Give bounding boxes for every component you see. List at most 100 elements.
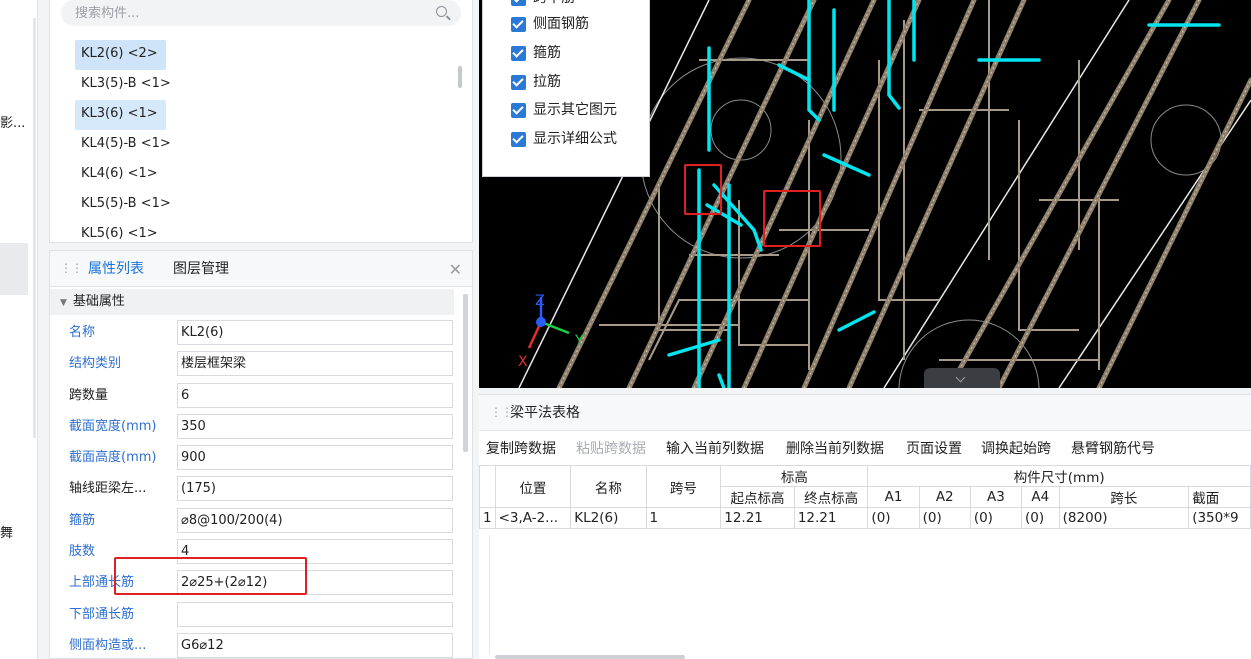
column-header[interactable]: 位置 — [494, 465, 572, 508]
property-row-section-height: 截面高度(mm) 900 — [50, 442, 454, 473]
property-label: 结构类别 — [69, 356, 122, 372]
layer-label: 拉筋 — [533, 74, 561, 90]
column-header[interactable]: 截面 — [1188, 486, 1251, 508]
left-strip-scrollbar[interactable] — [33, 18, 36, 438]
tab-property-list[interactable]: 属性列表 — [88, 251, 144, 287]
layer-label: 跨中筋 — [533, 0, 575, 9]
property-rows: 名称 KL2(6) 结构类别 楼层框架梁 跨数量 6 截面宽度(mm) 350 … — [50, 317, 454, 659]
left-strip-truncated-label: 影... — [0, 116, 26, 131]
column-header[interactable]: 跨号 — [645, 465, 722, 508]
column-header[interactable]: A2 — [918, 486, 971, 508]
table-toolbar: 复制跨数据 粘贴跨数据 输入当前列数据 删除当前列数据 页面设置 调换起始跨 悬… — [479, 435, 1251, 463]
column-header[interactable]: 起点标高 — [720, 486, 795, 508]
search-input[interactable] — [75, 2, 415, 24]
property-value-field[interactable]: 900 — [177, 445, 453, 471]
table-row: 1 <3,A-2... KL2(6) 1 12.21 12.21 (0) (0)… — [479, 507, 1251, 529]
stirrups — [599, 0, 1119, 370]
swap-start-span-button[interactable]: 调换起始跨 — [981, 435, 1051, 463]
property-value-field[interactable]: (175) — [177, 476, 453, 502]
property-value-field[interactable]: 楼层框架梁 — [177, 351, 453, 377]
list-item[interactable]: KL3(5)-B <1> — [75, 70, 179, 100]
cantilever-rebar-code-button[interactable]: 悬臂钢筋代号 — [1071, 435, 1155, 463]
column-header[interactable]: A3 — [969, 486, 1023, 508]
table-panel-header: ⋮⋮ 梁平法表格 — [479, 395, 1251, 431]
table-cell[interactable]: 1 — [645, 507, 722, 529]
close-icon[interactable]: ✕ — [449, 260, 462, 279]
drag-handle-icon[interactable]: ⋮⋮ — [490, 405, 513, 419]
table-divider — [489, 535, 490, 655]
property-value-field[interactable]: G6⌀12 — [177, 632, 453, 658]
property-row-bottom-continuous-rebar: 下部通长筋 — [50, 599, 454, 630]
left-strip-truncated-label-2: 舞 — [0, 526, 14, 541]
table-cell[interactable]: (0) — [969, 507, 1023, 529]
table-horizontal-scrollbar[interactable] — [495, 655, 685, 659]
component-list-scrollbar[interactable] — [458, 66, 462, 88]
checkbox-checked-icon[interactable] — [511, 75, 526, 90]
property-label: 箍筋 — [69, 512, 96, 528]
layer-label: 显示详细公式 — [533, 131, 617, 147]
property-value-field[interactable]: 350 — [177, 413, 453, 439]
property-value-field[interactable]: ⌀8@100/200(4) — [177, 507, 453, 533]
property-label: 截面宽度(mm) — [69, 418, 157, 434]
property-row-name: 名称 KL2(6) — [50, 317, 454, 348]
drag-handle-icon[interactable]: ⋮⋮ — [60, 261, 83, 275]
row-index: 1 — [479, 507, 496, 529]
property-value-field[interactable] — [177, 601, 453, 627]
page-setup-button[interactable]: 页面设置 — [906, 435, 962, 463]
annotation-box — [114, 557, 307, 595]
table-cell[interactable]: KL2(6) — [570, 507, 647, 529]
list-item[interactable]: KL4(5)-B <1> — [75, 130, 179, 160]
list-item[interactable]: KL2(6) <2> — [75, 40, 166, 70]
left-strip-selected-item[interactable] — [0, 243, 28, 295]
list-item[interactable]: KL4(6) <1> — [75, 160, 166, 190]
property-value-field[interactable]: 6 — [177, 382, 453, 408]
delete-column-data-button[interactable]: 删除当前列数据 — [786, 435, 884, 463]
property-value-field[interactable]: KL2(6) — [177, 320, 453, 345]
property-label: 截面高度(mm) — [69, 450, 157, 466]
row-index-header — [479, 465, 496, 508]
search-icon[interactable] — [436, 6, 447, 17]
group-title: 基础属性 — [72, 294, 125, 309]
annotation-box — [684, 164, 722, 215]
table-cell[interactable]: 12.21 — [793, 507, 869, 529]
list-item[interactable]: KL5(5)-B <1> — [75, 190, 179, 220]
checkbox-checked-icon[interactable] — [511, 17, 526, 32]
property-row-side-rebar: 侧面构造或... G6⌀12 — [50, 630, 454, 659]
property-panel-scrollbar[interactable] — [463, 294, 468, 452]
list-item[interactable]: KL3(6) <1> — [75, 100, 166, 130]
beam-table-panel: ⋮⋮ 梁平法表格 复制跨数据 粘贴跨数据 输入当前列数据 删除当前列数据 页面设… — [479, 394, 1251, 659]
checkbox-checked-icon[interactable] — [511, 46, 526, 61]
table-cell[interactable]: (0) — [918, 507, 971, 529]
property-row-span-count: 跨数量 6 — [50, 380, 454, 411]
table-cell[interactable]: (0) — [1021, 507, 1060, 529]
copy-span-data-button[interactable]: 复制跨数据 — [486, 435, 556, 463]
column-header[interactable]: 跨长 — [1058, 486, 1190, 508]
column-group-header: 构件尺寸(mm) — [867, 465, 1251, 487]
table-cell[interactable]: <3,A-2... — [494, 507, 572, 529]
beam-span-table: 位置 名称 跨号 标高 构件尺寸(mm) 起点标高 终点标高 A1 A2 A3 … — [479, 465, 1251, 529]
beam-edge — [883, 0, 1130, 388]
rebar-3d-viewport[interactable]: Z Y X 跨中筋 侧面钢筋 箍筋 拉筋 显示其它图元 显示详细公式 — [479, 0, 1251, 388]
column-header[interactable]: 名称 — [570, 465, 647, 508]
collapse-caret-icon[interactable]: ▼ — [60, 298, 67, 308]
column-header[interactable]: A1 — [867, 486, 920, 508]
property-row-stirrup: 箍筋 ⌀8@100/200(4) — [50, 505, 454, 536]
table-cell[interactable]: 12.21 — [720, 507, 795, 529]
group-header[interactable]: ▼ 基础属性 — [50, 289, 454, 315]
component-list: KL2(6) <2> KL3(5)-B <1> KL3(6) <1> KL4(5… — [75, 40, 455, 250]
checkbox-checked-icon[interactable] — [511, 132, 526, 147]
table-cell[interactable]: (8200) — [1058, 507, 1190, 529]
table-cell[interactable]: (0) — [867, 507, 920, 529]
list-item[interactable]: KL5(6) <1> — [75, 220, 166, 250]
column-header[interactable]: A4 — [1021, 486, 1060, 508]
table-cell[interactable]: (350*9 — [1188, 507, 1251, 529]
paste-span-data-button[interactable]: 粘贴跨数据 — [576, 435, 646, 463]
input-column-data-button[interactable]: 输入当前列数据 — [666, 435, 764, 463]
column-header[interactable]: 终点标高 — [793, 486, 869, 508]
tab-layer-management[interactable]: 图层管理 — [173, 251, 229, 287]
property-label: 跨数量 — [69, 387, 109, 403]
property-tabs: ⋮⋮ 属性列表 图层管理 ✕ — [50, 251, 472, 287]
collapse-toggle[interactable] — [924, 368, 1000, 388]
checkbox-checked-icon[interactable] — [511, 0, 526, 6]
checkbox-checked-icon[interactable] — [511, 103, 526, 118]
